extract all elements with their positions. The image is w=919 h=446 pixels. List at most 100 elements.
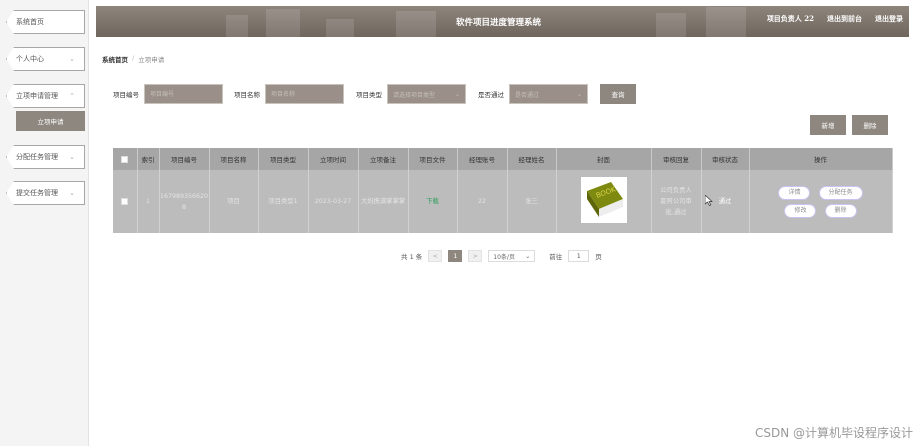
column-header: 经理账号 (457, 148, 508, 170)
query-button[interactable]: 查询 (600, 84, 636, 104)
approved-label: 是否通过 (478, 91, 504, 99)
pagination: 共 1 条 < 1 > 10条/页 ⌄ 前往 页 (401, 249, 602, 263)
project-name-input[interactable] (265, 84, 344, 104)
page-size-value: 10条/页 (493, 253, 515, 261)
header-banner: 软件项目进度管理系统 项目负责人 22 退出到前台 退出登录 (96, 6, 909, 37)
breadcrumb-separator: / (132, 54, 135, 62)
column-header: 操作 (749, 148, 893, 170)
skyline-decoration (396, 11, 436, 37)
row-select-cell[interactable] (113, 170, 138, 233)
cell-review-reply: 公司负责人夏阿公司审批,通过 (651, 170, 702, 233)
column-header: 审核回复 (651, 148, 702, 170)
search-field-group: 是否通过 是否通过 ⌄ (478, 84, 588, 104)
approved-select[interactable]: 是否通过 ⌄ (509, 84, 588, 104)
prev-page-button[interactable]: < (428, 250, 443, 262)
select-all-checkbox[interactable] (121, 155, 129, 163)
sidebar-item-task-assignment[interactable]: 分配任务管理 ⌄ (6, 145, 85, 169)
sidebar-item-project-application[interactable]: 立项申请管理 ⌃ (6, 84, 85, 108)
project-table: 索引 项目编号 项目名称 项目类型 立项时间 立项备注 项目文件 经理账号 经理… (113, 148, 893, 233)
breadcrumb-home[interactable]: 系统首页 (102, 54, 128, 64)
cell-project-no: 1679893566208 (159, 170, 210, 233)
column-header: 项目名称 (209, 148, 259, 170)
app-title: 软件项目进度管理系统 (456, 18, 542, 28)
sidebar-item-label: 系统首页 (16, 18, 44, 26)
column-header: 项目文件 (408, 148, 458, 170)
logout-link[interactable]: 退出登录 (875, 14, 903, 24)
sidebar-subitem-label: 立项申请 (37, 118, 64, 126)
table-row: 1 1679893566208 项目 项目类型1 2023-03-27 大妈携满… (113, 170, 893, 233)
select-all-cell[interactable] (113, 148, 138, 170)
column-header: 项目编号 (159, 148, 210, 170)
edit-button[interactable]: 修改 (784, 203, 817, 218)
row-checkbox[interactable] (121, 197, 129, 205)
sidebar-item-label: 立项申请管理 (16, 92, 58, 100)
sidebar-item-label: 分配任务管理 (16, 153, 58, 161)
chevron-down-icon: ⌄ (525, 252, 531, 260)
select-placeholder: 是否通过 (515, 91, 540, 99)
sidebar-item-label: 个人中心 (16, 55, 44, 63)
page-number-button[interactable]: 1 (448, 250, 463, 262)
column-header: 立项备注 (358, 148, 409, 170)
goto-label: 前往 (549, 253, 563, 261)
search-field-group: 项目类型 请选择项目类型 ⌄ (356, 84, 466, 104)
chevron-down-icon: ⌄ (69, 189, 75, 197)
cell-operations: 详情 分配任务 修改 删除 (749, 170, 893, 233)
add-button[interactable]: 新增 (810, 115, 846, 135)
sidebar-item-task-submission[interactable]: 提交任务管理 ⌄ (6, 181, 85, 205)
sidebar-item-home[interactable]: 系统首页 (6, 10, 85, 34)
skyline-decoration (706, 7, 746, 37)
chevron-down-icon: ⌄ (69, 153, 75, 161)
goto-page-input[interactable] (568, 250, 590, 262)
cell-project-name: 项目 (209, 170, 259, 233)
search-bar: 项目编号 (113, 84, 223, 104)
project-type-select[interactable]: 请选择项目类型 ⌄ (387, 84, 466, 104)
mouse-cursor-icon (705, 195, 713, 206)
bulk-delete-button[interactable]: 删除 (852, 115, 888, 135)
project-name-label: 项目名称 (234, 91, 260, 99)
breadcrumb: 系统首页 / 立项申请 (102, 54, 164, 64)
breadcrumb-current: 立项申请 (138, 56, 165, 64)
sidebar-subitem-application[interactable]: 立项申请 (16, 111, 85, 131)
cell-date: 2023-03-27 (308, 170, 359, 233)
sidebar-item-personal-center[interactable]: 个人中心 ⌄ (6, 47, 85, 71)
column-header: 经理姓名 (507, 148, 557, 170)
cell-manager-name: 张三 (507, 170, 557, 233)
table-header-row: 索引 项目编号 项目名称 项目类型 立项时间 立项备注 项目文件 经理账号 经理… (113, 148, 893, 170)
column-header: 立项时间 (308, 148, 359, 170)
book-cover-image: BOOK (580, 176, 627, 223)
column-header: 索引 (137, 148, 160, 170)
skyline-decoration (656, 13, 686, 37)
cell-manager-account: 22 (457, 170, 508, 233)
pagination-total: 共 1 条 (401, 253, 423, 261)
cell-cover: BOOK (556, 170, 652, 233)
search-field-group: 项目名称 (234, 84, 344, 104)
detail-button[interactable]: 详情 (778, 185, 811, 200)
column-header: 审核状态 (701, 148, 750, 170)
select-placeholder: 请选择项目类型 (393, 91, 436, 99)
column-header: 封面 (556, 148, 652, 170)
sidebar: 系统首页 个人中心 ⌄ 立项申请管理 ⌃ 立项申请 分配任务管理 ⌄ 提交任务管… (0, 0, 89, 446)
chevron-up-icon: ⌃ (69, 92, 75, 100)
row-delete-button[interactable]: 删除 (824, 203, 857, 218)
cell-index: 1 (137, 170, 160, 233)
cell-remark: 大妈携满掌掌掌 (358, 170, 409, 233)
skyline-decoration (266, 9, 300, 37)
project-no-label: 项目编号 (113, 91, 139, 99)
chevron-down-icon: ⌄ (69, 55, 75, 63)
exit-to-frontend-link[interactable]: 退出到前台 (827, 14, 862, 24)
assign-task-button[interactable]: 分配任务 (818, 185, 863, 200)
watermark: CSDN @计算机毕设程序设计 (754, 426, 913, 440)
current-user: 项目负责人 22 (766, 14, 814, 23)
project-no-input[interactable] (144, 84, 223, 104)
chevron-down-icon: ⌄ (454, 90, 460, 98)
sidebar-item-label: 提交任务管理 (16, 189, 58, 197)
chevron-down-icon: ⌄ (576, 90, 582, 98)
skyline-decoration (326, 19, 354, 37)
skyline-decoration (226, 15, 248, 37)
project-type-label: 项目类型 (356, 91, 382, 99)
cell-project-type: 项目类型1 (258, 170, 309, 233)
next-page-button[interactable]: > (468, 250, 483, 262)
download-link[interactable]: 下载 (408, 170, 458, 233)
column-header: 项目类型 (258, 148, 309, 170)
page-size-select[interactable]: 10条/页 ⌄ (488, 250, 536, 262)
